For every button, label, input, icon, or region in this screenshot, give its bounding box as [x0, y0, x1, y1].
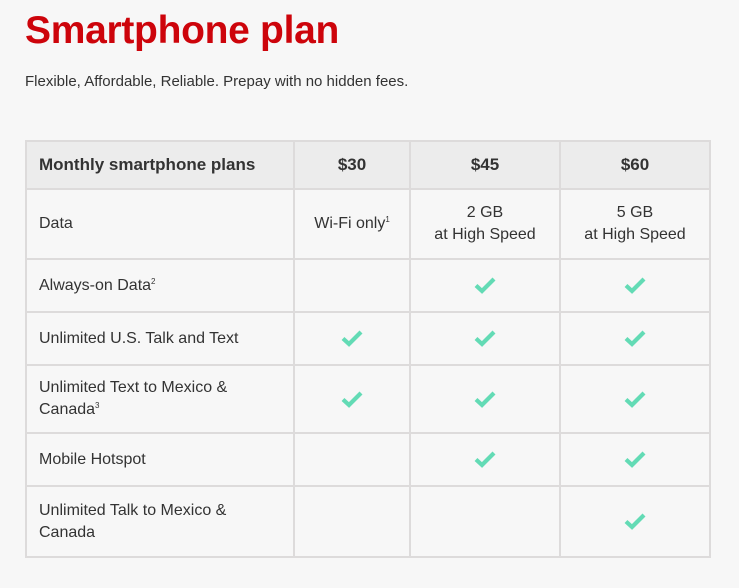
plan-30-cell: [293, 311, 411, 366]
checkmark-icon: [341, 329, 363, 348]
feature-text: Unlimited Text to Mexico & Canada: [39, 379, 228, 418]
feature-text: Mobile Hotspot: [39, 450, 146, 468]
cell-text-line1: Wi-Fi only: [314, 215, 386, 232]
table-row: Data Wi-Fi only1 2 GB at High Speed 5 GB at H…: [25, 188, 711, 260]
feature-label: Always-on Data2: [25, 258, 295, 313]
header-plan-60: $60: [559, 140, 711, 190]
plan-45-cell: [409, 432, 561, 487]
plan-30-cell: [293, 485, 411, 558]
cell-text-line2: at High Speed: [434, 226, 536, 243]
header-label: Monthly smartphone plans: [25, 140, 295, 190]
plan-45-cell: [409, 258, 561, 313]
plan-45-cell: [409, 485, 561, 558]
feature-label: Unlimited U.S. Talk and Text: [25, 311, 295, 366]
table-row: Mobile Hotspot: [25, 432, 711, 487]
footnote-marker: 3: [95, 401, 100, 410]
header-plan-45: $45: [409, 140, 561, 190]
feature-text: Unlimited Talk to Mexico & Canada: [39, 501, 227, 541]
cell-text-line1: 2 GB: [466, 204, 504, 221]
plan-60-cell: [559, 311, 711, 366]
plan-60-cell: 5 GB at High Speed: [559, 188, 711, 260]
checkmark-icon: [624, 329, 646, 348]
plan-60-cell: [559, 364, 711, 434]
plan-45-cell: [409, 311, 561, 366]
feature-label: Unlimited Text to Mexico & Canada3: [25, 364, 295, 434]
page-subtitle: Flexible, Affordable, Reliable. Prepay w…: [25, 73, 409, 90]
table-row: Unlimited U.S. Talk and Text: [25, 311, 711, 366]
feature-label: Mobile Hotspot: [25, 432, 295, 487]
cell-text-line1: 5 GB: [616, 204, 654, 221]
checkmark-icon: [624, 276, 646, 295]
checkmark-icon: [624, 450, 646, 469]
plan-60-cell: [559, 485, 711, 558]
plans-comparison-table: Monthly smartphone plans $30 $45 $60 Dat…: [25, 140, 711, 558]
plan-60-cell: [559, 432, 711, 487]
plan-30-cell: [293, 258, 411, 313]
plan-45-cell: [409, 364, 561, 434]
table-row: Unlimited Talk to Mexico & Canada: [25, 485, 711, 558]
footnote-marker: 1: [385, 215, 390, 224]
feature-text: Data: [39, 215, 73, 232]
plan-45-cell: 2 GB at High Speed: [409, 188, 561, 260]
cell-text-line2: at High Speed: [584, 226, 686, 243]
table-row: Unlimited Text to Mexico & Canada3: [25, 364, 711, 434]
table-header-row: Monthly smartphone plans $30 $45 $60: [25, 140, 711, 190]
checkmark-icon: [341, 390, 363, 408]
checkmark-icon: [474, 390, 496, 408]
feature-text: Always-on Data: [39, 276, 152, 294]
feature-label: Data: [25, 188, 295, 260]
footnote-marker: 2: [151, 276, 156, 286]
checkmark-icon: [624, 512, 646, 531]
page-title: Smartphone plan: [25, 9, 340, 52]
header-plan-30: $30: [293, 140, 411, 190]
feature-label: Unlimited Talk to Mexico & Canada: [25, 485, 295, 558]
table-row: Always-on Data2: [25, 258, 711, 313]
plan-30-cell: Wi-Fi only1: [293, 188, 411, 260]
plan-60-cell: [559, 258, 711, 313]
checkmark-icon: [474, 329, 496, 348]
feature-text: Unlimited U.S. Talk and Text: [39, 329, 239, 347]
plan-30-cell: [293, 432, 411, 487]
plan-30-cell: [293, 364, 411, 434]
checkmark-icon: [474, 276, 496, 295]
checkmark-icon: [624, 390, 646, 408]
checkmark-icon: [474, 450, 496, 469]
